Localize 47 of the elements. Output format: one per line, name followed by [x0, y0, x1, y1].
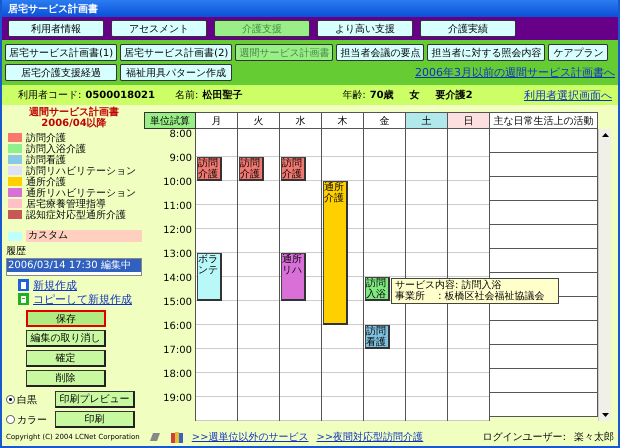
time-label: 15:00 [162, 297, 193, 310]
legend-label: 居宅療養管理指導 [26, 198, 106, 210]
day-header: 水 [280, 112, 322, 129]
time-label: 17:00 [162, 345, 193, 358]
radio-label: カラー [17, 414, 48, 426]
user-name: 松田聖子 [202, 88, 242, 102]
day-header: 木 [322, 112, 364, 129]
legend-label: 通所リハビリテーション [26, 186, 136, 198]
day-header: 金 [364, 112, 406, 129]
window-title: 居宅サービス計画書 [2, 0, 618, 17]
legend-label: 認知症対応型通所介護 [26, 208, 126, 222]
sidebar-title: 週間サービス計画書 [28, 107, 120, 118]
time-label: 11:00 [162, 201, 193, 214]
user-code: 0500018021 [85, 90, 155, 100]
day-header: 日 [448, 112, 490, 129]
legend-label: 訪問入浴介護 [26, 142, 86, 154]
legend-label: 訪問看護 [26, 154, 66, 166]
time-label: 12:00 [162, 225, 193, 238]
time-label: 14:00 [162, 273, 193, 286]
history-label: 履歴 [6, 245, 27, 258]
code-label: 利用者コード: [18, 88, 82, 102]
login-user: 楽々太郎 [574, 430, 614, 444]
time-label: 8:00 [168, 129, 193, 142]
time-label: 19:00 [162, 393, 193, 406]
care-level: 要介護2 [436, 88, 473, 102]
legend-label: 通所介護 [26, 176, 66, 188]
age-label: 年齢: [342, 88, 366, 102]
time-label: 10:00 [162, 177, 193, 190]
user-age: 70歳 [370, 88, 394, 102]
legend-label: 訪問介護 [26, 132, 66, 144]
user-sex: 女 [410, 88, 420, 102]
time-label: 9:00 [168, 153, 193, 166]
day-header: 月 [196, 112, 238, 129]
activity-header: 主な日常生活上の活動 [490, 112, 598, 129]
login-label: ログインユーザー: [482, 431, 566, 444]
day-header: 土 [406, 112, 448, 129]
time-label: 16:00 [162, 321, 193, 334]
day-header: 火 [238, 112, 280, 129]
tooltip-line: 事業所 : 板橋区社会福祉協議会 [395, 291, 546, 302]
radio-label: 白黒 [17, 394, 38, 406]
name-label: 名前: [174, 89, 198, 102]
legend-label: カスタム [26, 230, 142, 242]
sidebar-subtitle: 2006/04以降 [40, 118, 108, 129]
legend-label: 訪問リハビリテーション [26, 164, 136, 176]
tooltip-line: サービス内容: 訪問入浴 [395, 280, 502, 291]
time-label: 18:00 [162, 369, 193, 382]
time-label: 13:00 [162, 249, 193, 262]
